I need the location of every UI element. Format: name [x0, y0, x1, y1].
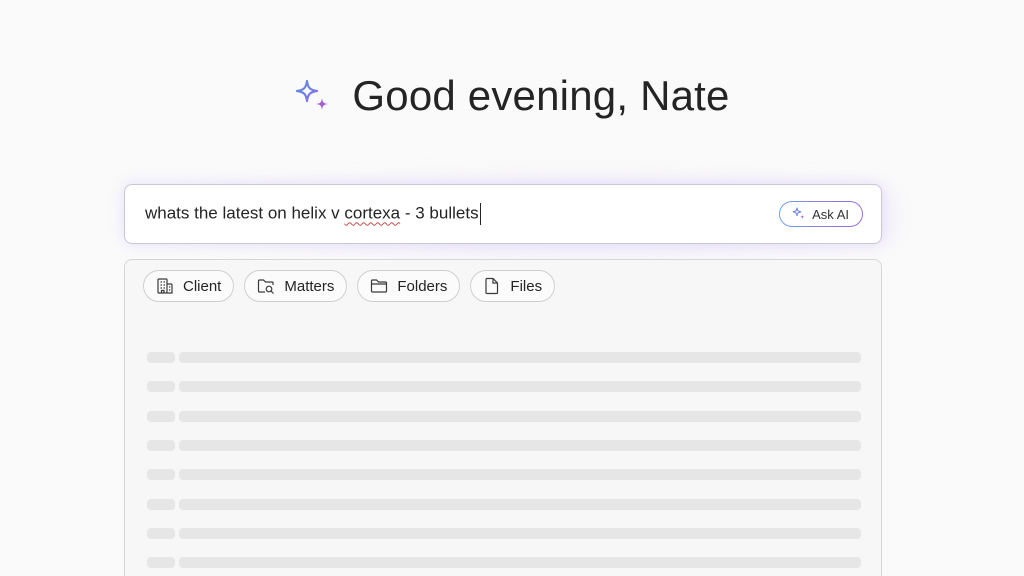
search-input[interactable]: whats the latest on helix v cortexa - 3 …: [145, 203, 779, 225]
skeleton-icon-placeholder: [147, 411, 175, 422]
query-misspelled-word: cortexa: [344, 203, 401, 223]
skeleton-row: [147, 381, 861, 392]
skeleton-row: [147, 411, 861, 422]
skeleton-text-placeholder: [179, 499, 861, 510]
skeleton-row: [147, 557, 861, 568]
sparkle-icon: [792, 207, 805, 219]
chip-label: Files: [510, 277, 543, 295]
greeting-header: Good evening, Nate: [0, 72, 1024, 120]
skeleton-icon-placeholder: [147, 381, 175, 392]
ask-ai-label: Ask AI: [812, 206, 849, 222]
skeleton-text-placeholder: [179, 469, 861, 480]
skeleton-icon-placeholder: [147, 352, 175, 363]
search-box[interactable]: whats the latest on helix v cortexa - 3 …: [124, 184, 882, 244]
chip-label: Folders: [397, 277, 448, 295]
skeleton-text-placeholder: [179, 352, 861, 363]
skeleton-row: [147, 499, 861, 510]
document-icon: [485, 277, 499, 295]
skeleton-text-placeholder: [179, 440, 861, 451]
greeting-text: Good evening, Nate: [352, 72, 730, 119]
building-icon: [157, 278, 173, 294]
files-filter-chip[interactable]: Files: [470, 270, 556, 302]
results-panel: Client Matters Folders Files: [124, 259, 882, 576]
folder-icon: [371, 279, 388, 293]
skeleton-row: [147, 469, 861, 480]
text-caret: [479, 203, 481, 225]
sparkle-icon: [296, 79, 329, 110]
skeleton-icon-placeholder: [147, 528, 175, 539]
skeleton-row: [147, 440, 861, 451]
skeleton-icon-placeholder: [147, 440, 175, 451]
filter-chips: Client Matters Folders Files: [143, 270, 556, 302]
skeleton-text-placeholder: [179, 411, 861, 422]
skeleton-text-placeholder: [179, 528, 861, 539]
skeleton-row: [147, 352, 861, 363]
ask-ai-button[interactable]: Ask AI: [779, 201, 863, 227]
skeleton-icon-placeholder: [147, 469, 175, 480]
folders-filter-chip[interactable]: Folders: [357, 270, 461, 302]
skeleton-row: [147, 528, 861, 539]
skeleton-icon-placeholder: [147, 557, 175, 568]
client-filter-chip[interactable]: Client: [143, 270, 235, 302]
chip-label: Client: [183, 277, 222, 295]
skeleton-text-placeholder: [179, 381, 861, 392]
query-text-start: whats the latest on helix v: [145, 203, 345, 223]
folder-search-icon: [258, 279, 275, 294]
matters-filter-chip[interactable]: Matters: [244, 270, 348, 302]
skeleton-icon-placeholder: [147, 499, 175, 510]
copilot-home: Good evening, Nate whats the latest on h…: [0, 0, 1024, 576]
skeleton-text-placeholder: [179, 557, 861, 568]
chip-label: Matters: [284, 277, 335, 295]
query-text-end: - 3 bullets: [400, 203, 479, 223]
